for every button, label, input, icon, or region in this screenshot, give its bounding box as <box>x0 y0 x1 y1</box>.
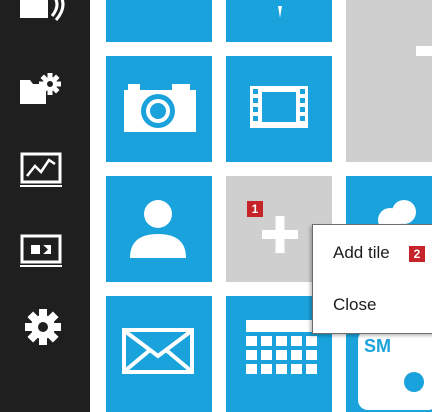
mail-icon <box>122 328 194 374</box>
video-tile[interactable] <box>226 56 332 162</box>
contact-tile[interactable] <box>106 176 212 282</box>
contact-person-icon <box>130 200 186 258</box>
camera-icon <box>124 84 196 132</box>
settings-gear-icon[interactable] <box>16 305 70 349</box>
presentation-icon[interactable] <box>16 228 70 272</box>
pointer-icon <box>278 6 282 18</box>
step-badge-2: 2 <box>409 246 425 262</box>
network-folder-icon[interactable] <box>16 0 70 30</box>
add-tile-icon-partial <box>416 46 432 56</box>
camera-tile[interactable] <box>106 56 212 162</box>
svg-text:SM: SM <box>364 336 391 356</box>
mail-tile[interactable] <box>106 296 212 412</box>
add-tile-menu-item[interactable]: Add tile <box>333 243 390 263</box>
close-label: Close <box>333 295 377 314</box>
left-navigation-rail <box>0 0 90 412</box>
folder-settings-icon[interactable] <box>16 66 70 110</box>
tile-top-left[interactable] <box>106 0 212 42</box>
performance-chart-icon[interactable] <box>16 148 70 192</box>
step-badge-1: 1 <box>247 201 263 217</box>
add-tile-label: Add tile <box>333 243 390 262</box>
tile-context-menu: Add tile Close <box>312 224 432 334</box>
video-film-icon <box>250 86 308 128</box>
tile-top-middle[interactable] <box>226 0 332 42</box>
close-menu-item[interactable]: Close <box>333 295 376 315</box>
placeholder-tile-large[interactable] <box>346 0 432 162</box>
